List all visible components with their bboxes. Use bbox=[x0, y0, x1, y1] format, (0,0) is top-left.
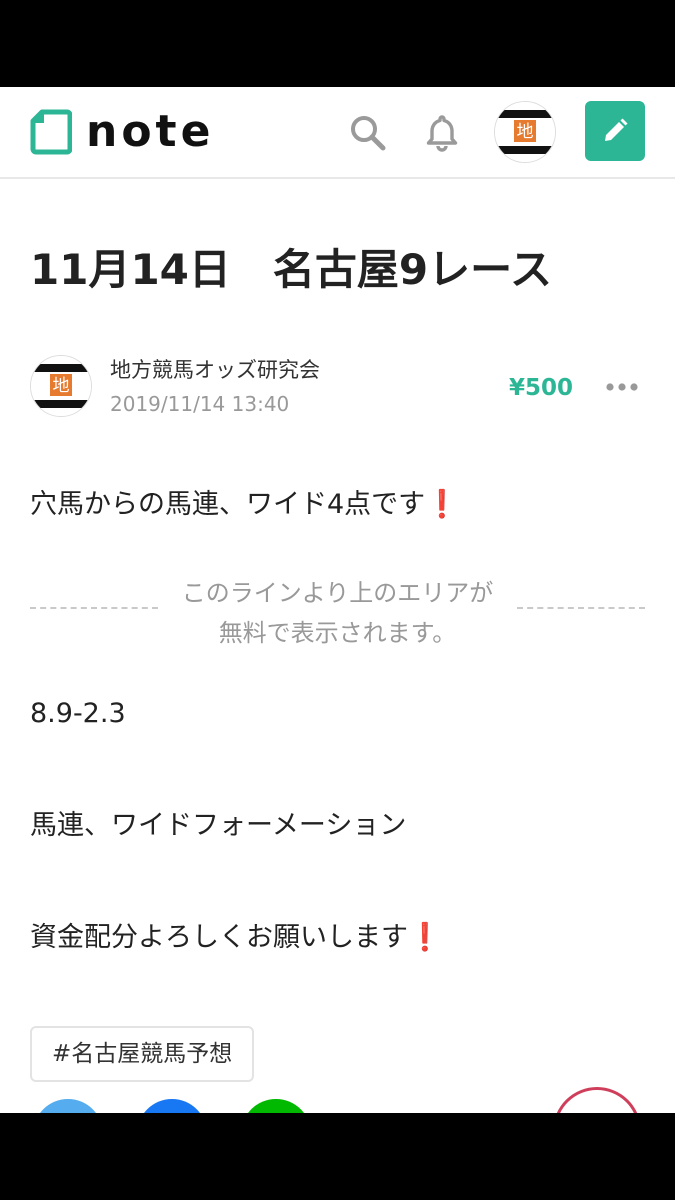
divider-dash-left bbox=[30, 607, 158, 609]
line-share-icon[interactable] bbox=[241, 1099, 311, 1113]
odds-text: 8.9-2.3 bbox=[30, 698, 126, 729]
avatar-image: 地 bbox=[495, 102, 555, 162]
more-options-icon[interactable] bbox=[604, 375, 640, 399]
logo-text: note bbox=[86, 106, 215, 157]
author-avatar[interactable]: 地 bbox=[30, 355, 92, 417]
exclamation-icon: ❗ bbox=[408, 922, 442, 953]
hashtag-chip[interactable]: #名古屋競馬予想 bbox=[30, 1026, 255, 1082]
like-icon[interactable] bbox=[553, 1087, 641, 1113]
author-name[interactable]: 地方競馬オッズ研究会 bbox=[110, 355, 320, 385]
paywall-divider: このラインより上のエリアが 無料で表示されます。 bbox=[30, 573, 645, 653]
paywall-notice: このラインより上のエリアが 無料で表示されます。 bbox=[170, 573, 505, 653]
svg-text:地: 地 bbox=[53, 376, 70, 396]
divider-dash-right bbox=[517, 607, 645, 609]
post-date: 2019/11/14 13:40 bbox=[110, 392, 290, 416]
user-avatar[interactable]: 地 bbox=[494, 101, 556, 163]
svg-text:地: 地 bbox=[517, 122, 534, 142]
pencil-icon bbox=[605, 118, 628, 141]
intro-text-content: 穴馬からの馬連、ワイド4点です bbox=[30, 489, 426, 520]
facebook-share-icon[interactable] bbox=[137, 1099, 207, 1113]
intro-text: 穴馬からの馬連、ワイド4点です❗ bbox=[30, 485, 459, 525]
closing-text-content: 資金配分よろしくお願いします bbox=[30, 922, 408, 953]
article-title: 11月14日 名古屋9レース bbox=[30, 245, 553, 294]
price-label[interactable]: ¥500 bbox=[509, 371, 573, 405]
note-page: note 地 11月14日 名古屋9レース 地 地方競馬オッズ研究会 2019/… bbox=[0, 87, 675, 1113]
bell-icon[interactable] bbox=[420, 111, 464, 155]
exclamation-icon: ❗ bbox=[425, 489, 459, 520]
bet-type-text: 馬連、ワイドフォーメーション bbox=[30, 810, 407, 841]
paywall-notice-line-2: 無料で表示されます。 bbox=[218, 619, 457, 647]
write-post-button[interactable] bbox=[585, 101, 645, 161]
note-logo-icon bbox=[30, 109, 72, 155]
closing-text: 資金配分よろしくお願いします❗ bbox=[30, 918, 442, 958]
top-bar: note 地 bbox=[0, 87, 675, 179]
twitter-share-icon[interactable] bbox=[33, 1099, 103, 1113]
note-logo[interactable]: note bbox=[30, 109, 214, 155]
search-icon[interactable] bbox=[346, 111, 390, 155]
paywall-notice-line-1: このラインより上のエリアが bbox=[181, 579, 494, 607]
author-avatar-image: 地 bbox=[31, 356, 91, 416]
